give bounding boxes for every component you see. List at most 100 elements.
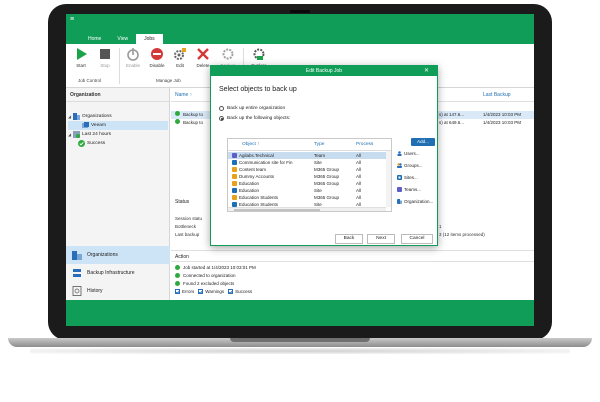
object-process: All (356, 195, 362, 200)
table-row[interactable]: Content team M365 Group All (228, 166, 386, 173)
errors-checkbox[interactable] (175, 289, 180, 294)
filter-label: Errors (182, 289, 195, 294)
menu-item-users[interactable]: Users... (397, 148, 437, 158)
bottleneck-label: Bottleneck (175, 224, 197, 229)
object-name: Dummy Accounts (239, 174, 275, 179)
laptop-hinge (230, 338, 370, 342)
column-object-label: Object (242, 142, 256, 147)
radio-label: Back up entire organization (227, 106, 286, 111)
table-row[interactable]: Education Students M365 Group All (228, 194, 386, 201)
nav-history[interactable]: History (66, 282, 170, 300)
start-button[interactable]: Start (70, 47, 92, 73)
add-button[interactable]: Add... (411, 138, 435, 146)
nav-backup-infrastructure[interactable]: Backup Infrastructure (66, 264, 170, 282)
cancel-button[interactable]: Cancel (401, 234, 433, 244)
infrastructure-icon (73, 269, 81, 277)
menu-item-organization[interactable]: Organization... (397, 196, 437, 206)
table-row[interactable]: Communication site for Fin Site All (228, 159, 386, 166)
tree-item-veeam[interactable]: Veeam (68, 121, 168, 130)
edit-backup-job-dialog: Edit Backup Job ✕ Select objects to back… (210, 65, 438, 246)
job-name: Backup to (183, 112, 204, 117)
column-type[interactable]: Type (314, 139, 324, 151)
tab-jobs[interactable]: Jobs (136, 34, 163, 44)
edit-label: Edit (176, 63, 184, 68)
table-row[interactable]: Dummy Accounts M365 Group All (228, 173, 386, 180)
job-detail: s) at 649.6... (439, 120, 465, 125)
edit-button[interactable]: Edit (169, 47, 191, 73)
scrollbar-thumb[interactable] (234, 209, 320, 211)
table-row[interactable]: Education Site All (228, 187, 386, 194)
action-line: Found 2 excluded objects (175, 281, 234, 286)
footer-bar-left (66, 300, 171, 326)
camera-notch (290, 10, 310, 13)
object-type: Site (314, 188, 322, 193)
warnings-checkbox[interactable] (198, 289, 204, 294)
disable-label: Disable (149, 63, 165, 68)
object-type: M365 Group (314, 195, 340, 200)
table-row[interactable]: Agilabs.Technical Team All (228, 152, 386, 159)
group-icon (232, 173, 237, 179)
column-process[interactable]: Process (356, 139, 373, 151)
stop-button[interactable]: Stop (94, 47, 116, 73)
action-line: Job started at 1/4/2023 10:03:01 PM (175, 265, 256, 270)
radio-label: Back up the following objects: (227, 116, 291, 121)
success-icon (175, 111, 180, 116)
radio-entire-organization[interactable]: Back up entire organization (219, 106, 285, 111)
job-last-backup: 1/4/2023 10:03 PM (483, 120, 522, 125)
radio-button[interactable] (219, 116, 224, 121)
action-header: Action (171, 250, 534, 262)
group-icon (232, 166, 237, 172)
object-process: All (356, 160, 362, 165)
app-window: ≡ Home View Jobs Start Stop Enable Disab… (66, 14, 534, 326)
object-name: Content team (239, 167, 267, 172)
site-icon (232, 201, 237, 207)
vertical-scrollbar[interactable] (386, 151, 391, 207)
add-objects-panel: Add... Users... Groups... Sites... Teams… (397, 138, 437, 210)
tab-home[interactable]: Home (80, 34, 109, 44)
play-icon (77, 48, 87, 60)
tree-item-last-24-hours[interactable]: ◢ Last 24 hours (68, 130, 168, 139)
object-type: M365 Group (314, 167, 340, 172)
menu-item-teams[interactable]: Teams... (397, 184, 437, 194)
radio-following-objects[interactable]: Back up the following objects: (219, 116, 290, 121)
group-job-control: Job Control (78, 78, 102, 83)
power-icon (127, 48, 139, 61)
ribbon-separator (119, 48, 120, 84)
menu-item-sites[interactable]: Sites... (397, 172, 437, 182)
tab-status[interactable]: Status (171, 196, 211, 208)
menu-item-groups[interactable]: Groups... (397, 160, 437, 170)
table-row[interactable]: Education M365 Group All (228, 180, 386, 187)
job-name: Backup to (183, 120, 204, 125)
tree-item-success[interactable]: Success (68, 139, 168, 148)
users-icon (397, 150, 402, 156)
last-backup-value: 3 (12 items processed) (439, 232, 485, 237)
next-button[interactable]: Next (367, 234, 395, 244)
teams-icon (397, 186, 402, 192)
nav-organizations[interactable]: Organizations (66, 246, 170, 264)
object-name-cell: Communication site for Fin (232, 159, 312, 166)
footer-bar (171, 300, 534, 326)
success-checkbox[interactable] (228, 289, 234, 294)
app-menu-icon[interactable]: ≡ (70, 16, 78, 24)
close-icon[interactable]: ✕ (424, 66, 429, 76)
tree-header: Organization (66, 88, 169, 102)
objects-table-header: Object ↑ Type Process (228, 139, 391, 151)
ribbon-tabs: Home View Jobs (66, 32, 534, 44)
tree-item-organizations[interactable]: ◢ Organizations (68, 112, 168, 121)
back-button[interactable]: Back (335, 234, 363, 244)
column-last-backup[interactable]: Last Backup (483, 88, 511, 102)
column-object[interactable]: Object ↑ (242, 139, 260, 151)
object-type: M365 Group (314, 181, 340, 186)
action-line: Connected to organization (175, 273, 236, 278)
copy-gear-icon (222, 48, 234, 60)
disable-button[interactable]: Disable (146, 47, 168, 73)
object-name: Education (239, 188, 260, 193)
enable-button[interactable]: Enable (122, 47, 144, 73)
object-name-cell: Content team (232, 166, 312, 173)
column-name[interactable]: Name ↑ (175, 88, 192, 102)
tab-view[interactable]: View (109, 34, 136, 44)
nav-label: History (87, 288, 103, 294)
menu-item-label: Groups... (404, 162, 423, 168)
radio-button[interactable] (219, 106, 224, 111)
horizontal-scrollbar[interactable] (228, 207, 386, 211)
